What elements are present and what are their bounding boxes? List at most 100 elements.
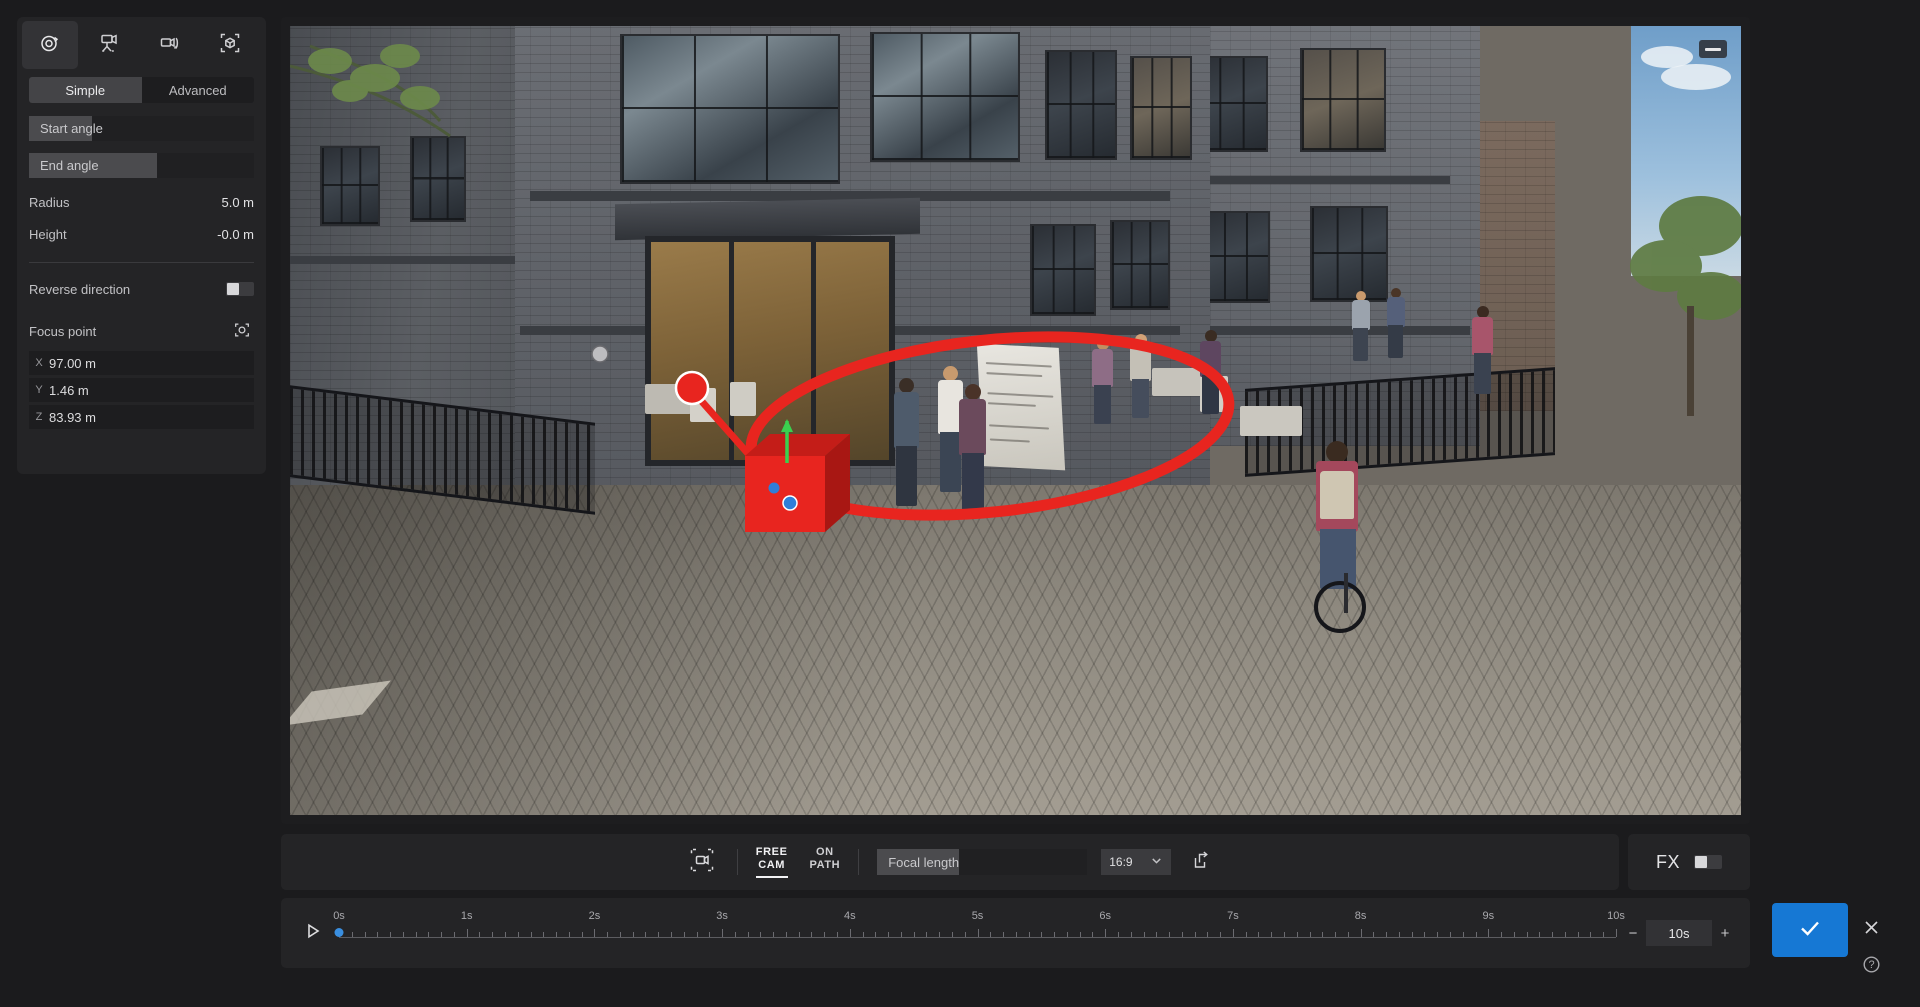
ruler-tick-major [1616, 929, 1617, 937]
orbit-icon [38, 31, 62, 60]
ruler-tick-minor [1156, 932, 1158, 937]
help-button[interactable]: ? [1857, 953, 1885, 981]
axis-label-z: Z [35, 411, 43, 423]
on-path-button[interactable]: ON PATH [810, 846, 841, 876]
window [870, 32, 1020, 162]
ruler-tick-minor [990, 932, 992, 937]
end-angle-slider[interactable]: End angle [29, 153, 254, 178]
focus-point-x-field[interactable]: X 97.00 m [29, 351, 254, 375]
window [1300, 48, 1386, 152]
person [1128, 334, 1154, 418]
ruler-tick-minor [964, 932, 966, 937]
free-cam-line2: CAM [758, 859, 786, 871]
ruler-tick-minor [913, 932, 915, 937]
ruler-tick-minor [1501, 932, 1503, 937]
duration-increase-button[interactable]: + [1714, 920, 1736, 946]
timeline-playhead[interactable] [334, 928, 344, 937]
ruler-tick-minor [926, 932, 928, 937]
close-icon [1862, 918, 1881, 942]
ruler-tick-minor [1028, 932, 1030, 937]
play-button[interactable] [293, 921, 333, 946]
ruler-tick-minor [1347, 932, 1349, 937]
radius-field[interactable]: Radius 5.0 m [29, 191, 254, 213]
patio-table [645, 384, 691, 414]
person [1385, 288, 1407, 358]
tripod-camera-mode-button[interactable] [82, 21, 138, 69]
ruler-tick-major [849, 929, 851, 937]
start-angle-slider[interactable]: Start angle [29, 116, 254, 141]
reverse-direction-toggle[interactable] [226, 282, 254, 296]
duration-value[interactable]: 10s [1646, 920, 1712, 946]
timeline-ruler[interactable]: 0s 1s 2s 3s 4s 5s 6s 7s 8s 9s 10s [333, 910, 1625, 956]
tree-branches [290, 44, 451, 138]
ruler-tick-label: 6s [1099, 910, 1111, 922]
fx-toggle[interactable] [1694, 855, 1722, 869]
ruler-tick-minor [607, 932, 609, 937]
focal-length-slider[interactable]: Focal length [877, 849, 1088, 875]
ruler-tick-minor [1054, 932, 1056, 937]
ruler-tick-minor [1577, 932, 1579, 937]
tab-simple[interactable]: Simple [29, 77, 142, 103]
aspect-ratio-select[interactable]: 16:9 [1101, 849, 1172, 875]
3d-viewport[interactable] [290, 26, 1741, 815]
focus-point-y-field[interactable]: Y 1.46 m [29, 378, 254, 402]
ruler-tick-minor [1117, 932, 1119, 937]
viewport-minimize-button[interactable] [1699, 40, 1727, 58]
framing-guides-button[interactable] [685, 847, 719, 877]
free-cam-button[interactable]: FREE CAM [755, 846, 788, 878]
ruler-tick-minor [453, 932, 455, 937]
ruler-tick-minor [530, 932, 532, 937]
ruler-tick-major [594, 929, 596, 937]
viewport-container [281, 17, 1750, 824]
ruler-tick-minor [1220, 932, 1222, 937]
radius-value: 5.0 m [221, 194, 254, 210]
window [1310, 206, 1388, 302]
ruler-tick-minor [939, 932, 941, 937]
ruler-tick-minor [1066, 932, 1068, 937]
chevron-down-icon [1150, 854, 1163, 870]
ruler-tick-minor [1181, 932, 1183, 937]
ruler-tick-minor [543, 932, 545, 937]
orbit-camera-mode-button[interactable] [22, 21, 78, 69]
ruler-tick-label: 2s [588, 910, 601, 922]
height-label: Height [29, 226, 67, 242]
ruler-tick-minor [862, 932, 864, 937]
shop-front-glass [645, 236, 895, 466]
aspect-ratio-value: 16:9 [1109, 855, 1133, 869]
focus-point-picker-button[interactable] [230, 319, 254, 343]
chalkboard-sign [976, 343, 1066, 471]
ruler-tick-minor [671, 932, 673, 937]
ruler-tick-minor [581, 932, 583, 937]
fx-label: FX [1655, 851, 1680, 872]
simple-advanced-tabs: Simple Advanced [29, 77, 254, 103]
confirm-button[interactable] [1772, 903, 1848, 957]
export-image-button[interactable] [1187, 848, 1215, 876]
awning [615, 197, 920, 241]
close-button[interactable] [1857, 916, 1885, 944]
focus-point-z-field[interactable]: Z 83.93 m [29, 405, 254, 429]
height-field[interactable]: Height -0.0 m [29, 223, 254, 245]
tab-advanced[interactable]: Advanced [142, 77, 255, 103]
object-camera-mode-button[interactable] [202, 21, 258, 69]
ruler-tick-minor [1475, 932, 1477, 937]
person [956, 384, 990, 516]
svg-text:?: ? [1868, 959, 1874, 971]
fx-panel: FX [1628, 834, 1750, 890]
ruler-tick-minor [1258, 932, 1260, 937]
height-value: -0.0 m [217, 226, 254, 242]
duration-decrease-button[interactable]: − [1622, 920, 1644, 946]
export-image-icon [1190, 849, 1212, 876]
ruler-tick-minor [1283, 932, 1285, 937]
ruler-tick-minor [888, 932, 890, 937]
ruler-tick-minor [824, 932, 826, 937]
ruler-tick-major [1488, 929, 1490, 937]
ruler-tick-major [1232, 929, 1234, 937]
pan-camera-mode-button[interactable] [142, 21, 198, 69]
ruler-tick-minor [1335, 932, 1337, 937]
ruler-tick-minor [1552, 932, 1554, 937]
ruler-tick-minor [1449, 932, 1451, 937]
ruler-tick-minor [1207, 932, 1209, 937]
ruler-tick-minor [1590, 932, 1592, 937]
axis-label-x: X [35, 357, 43, 369]
ruler-tick-label: 10s [1607, 910, 1625, 922]
